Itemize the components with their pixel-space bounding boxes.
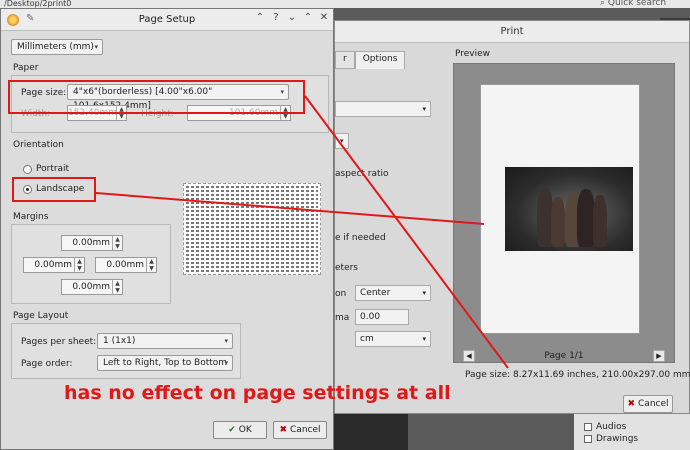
preview-text-line	[186, 190, 318, 192]
margin-bottom-spinbox[interactable]: 0.00mm ▲ ▼	[61, 279, 123, 295]
preview-text-line	[186, 218, 318, 220]
preview-paper	[480, 84, 640, 334]
background-toolbar: /Desktop/2print0 ⌕ Quick search	[0, 0, 690, 8]
preview-text-line	[186, 234, 318, 236]
checkbox[interactable]	[584, 423, 592, 431]
preview-frame	[453, 63, 675, 363]
option-combo[interactable]: ▾	[335, 133, 349, 149]
preview-text-line	[186, 250, 318, 252]
position-label-fragment: on	[335, 289, 347, 299]
search-text: Quick search	[607, 0, 667, 8]
cancel-icon: ✖	[627, 399, 636, 409]
list-item[interactable]: Audios	[584, 422, 626, 432]
spin-arrows-icon[interactable]: ▲ ▼	[74, 258, 84, 272]
minimize-icon[interactable]: ⌄	[285, 12, 299, 23]
orientation-heading: Orientation	[13, 140, 64, 150]
unit-combo[interactable]: cm ▾	[355, 331, 431, 347]
page-indicator: Page 1/1	[544, 351, 584, 361]
preview-text-line	[186, 222, 318, 224]
portrait-radio[interactable]: Portrait	[23, 164, 69, 174]
page-setup-title: Page Setup	[138, 14, 196, 25]
background-path: /Desktop/2print0	[4, 0, 72, 8]
print-dialog: Print r Options Preview ▾ ▾ aspect ratio…	[334, 20, 690, 414]
background-search[interactable]: ⌕ Quick search	[600, 0, 666, 8]
margin-left-spinbox[interactable]: 0.00mm ▲ ▼	[23, 257, 85, 273]
annotation-page-size-box	[8, 80, 305, 114]
margin-right-spinbox[interactable]: 0.00mm ▲ ▼	[95, 257, 157, 273]
margin-label-fragment: ma	[335, 313, 350, 323]
shade-up-icon[interactable]: ⌃	[253, 12, 267, 23]
print-tabs: r Options	[335, 51, 406, 69]
print-cancel-button[interactable]: ✖ Cancel	[623, 395, 673, 413]
cancel-button[interactable]: ✖ Cancel	[273, 421, 327, 439]
preview-text-line	[186, 258, 318, 260]
preview-text-line	[186, 202, 318, 204]
preview-photo	[505, 167, 633, 251]
page-setup-titlebar: ✎ Page Setup ⌃ ? ⌄ ⌃ ✕	[1, 9, 333, 31]
preview-text-line	[186, 254, 318, 256]
spin-arrows-icon[interactable]: ▲ ▼	[112, 236, 122, 250]
tab-options[interactable]: Options	[354, 51, 406, 69]
cancel-icon: ✖	[279, 425, 288, 435]
page-size-info: Page size: 8.27x11.69 inches, 210.00x297…	[465, 370, 690, 380]
spin-arrows-icon[interactable]: ▲ ▼	[146, 258, 156, 272]
orientation-preview	[183, 183, 321, 275]
preview-text-line	[186, 262, 318, 264]
list-item[interactable]: Drawings	[584, 434, 638, 444]
value-input[interactable]: 0.00	[355, 309, 409, 325]
pages-per-sheet-combo[interactable]: 1 (1x1) ▾	[97, 333, 233, 349]
preview-text-line	[186, 186, 318, 188]
preview-text-line	[186, 246, 318, 248]
position-combo[interactable]: Center ▾	[355, 285, 431, 301]
ok-icon: ✔	[228, 425, 236, 435]
close-icon[interactable]: ✕	[317, 12, 331, 23]
next-page-button[interactable]: ▶	[653, 350, 665, 362]
preview-label: Preview	[455, 49, 491, 59]
maximize-icon[interactable]: ⌃	[301, 12, 315, 23]
chevron-down-icon: ▾	[224, 359, 228, 367]
search-icon: ⌕	[600, 0, 608, 8]
chevron-down-icon: ▾	[224, 337, 228, 345]
margins-heading: Margins	[13, 212, 49, 222]
page-order-combo[interactable]: Left to Right, Top to Bottom ▾	[97, 355, 233, 371]
preview-text-line	[186, 226, 318, 228]
preview-text-line	[186, 206, 318, 208]
preview-text-line	[186, 230, 318, 232]
preview-text-line	[186, 210, 318, 212]
printer-combo[interactable]: ▾	[335, 101, 431, 117]
margin-top-spinbox[interactable]: 0.00mm ▲ ▼	[61, 235, 123, 251]
preview-text-line	[186, 238, 318, 240]
paper-heading: Paper	[13, 63, 39, 73]
preview-text-line	[186, 242, 318, 244]
print-dialog-title: Print	[335, 21, 689, 43]
parameters-text: eters	[335, 263, 358, 273]
preview-text-line	[186, 266, 318, 268]
chevron-down-icon: ▾	[94, 43, 98, 51]
spin-arrows-icon[interactable]: ▲ ▼	[112, 280, 122, 294]
annotation-text: has no effect on page settings at all	[64, 382, 451, 404]
checkbox[interactable]	[584, 435, 592, 443]
annotation-landscape-box	[12, 177, 96, 202]
page-order-label: Page order:	[21, 359, 73, 369]
preview-text-line	[186, 214, 318, 216]
aspect-ratio-text: aspect ratio	[335, 169, 389, 179]
preview-text-line	[186, 194, 318, 196]
preview-text-line	[186, 198, 318, 200]
ok-button[interactable]: ✔ OK	[213, 421, 267, 439]
if-needed-text: e if needed	[335, 233, 386, 243]
help-icon[interactable]: ?	[269, 12, 283, 23]
preview-text-line	[186, 270, 318, 272]
tab-previous[interactable]: r	[335, 51, 355, 69]
units-combo[interactable]: Millimeters (mm) ▾	[11, 39, 103, 55]
page-layout-heading: Page Layout	[13, 311, 69, 321]
pages-per-sheet-label: Pages per sheet:	[21, 337, 97, 347]
background-list: Audios Drawings	[574, 414, 690, 450]
